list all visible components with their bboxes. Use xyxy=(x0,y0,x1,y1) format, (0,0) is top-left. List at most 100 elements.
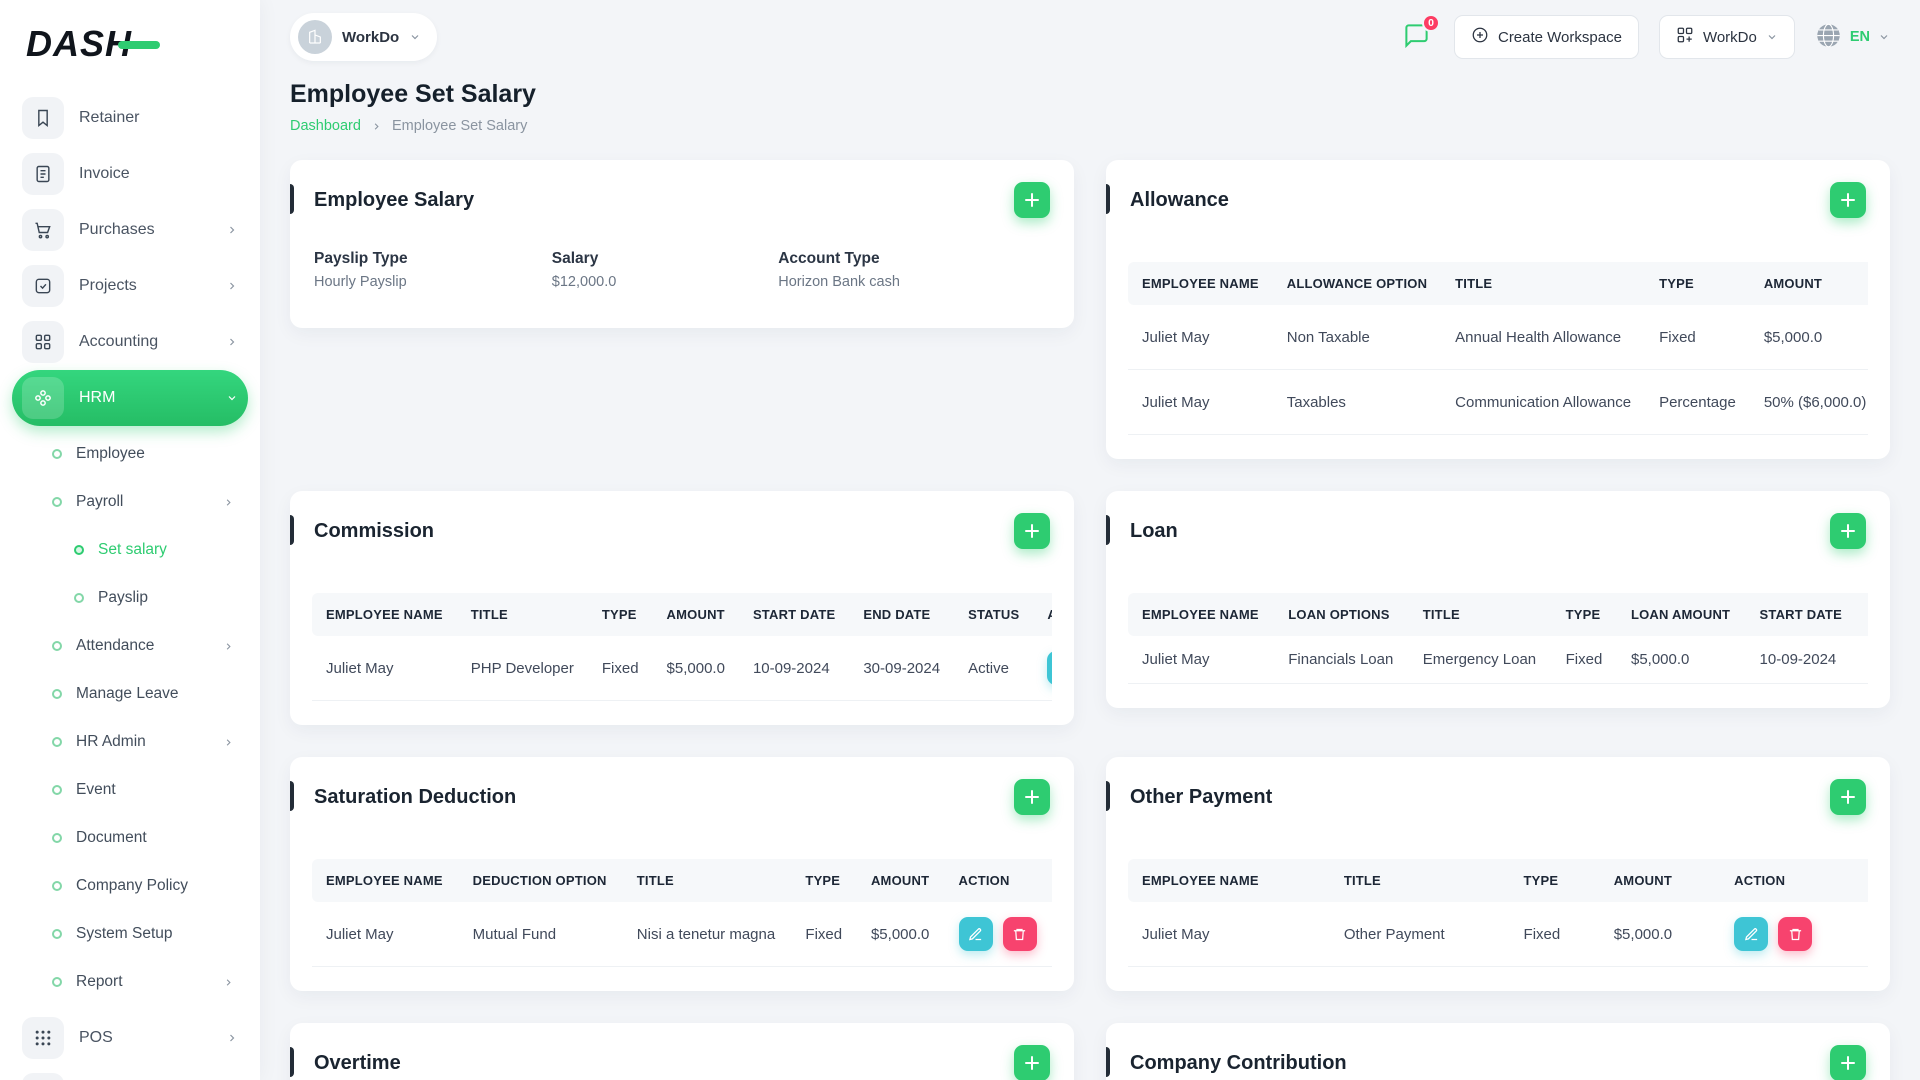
delete-button[interactable] xyxy=(1002,917,1037,951)
card-header: Other Payment xyxy=(1106,757,1890,833)
workspace-avatar-icon xyxy=(298,20,332,54)
column-header: TITLE xyxy=(1408,593,1552,636)
field-label: Account Type xyxy=(778,250,880,267)
column-header: LOAN AMOUNT xyxy=(1616,593,1746,636)
sidebar-item-label: HRM xyxy=(79,389,116,406)
table-cell: 50% ($6,000.0) xyxy=(1749,369,1868,435)
language-label: EN xyxy=(1849,29,1870,45)
employee-salary-card: Employee Salary Payslip Type Hourly Pays… xyxy=(290,160,1074,328)
field-value: Horizon Bank cash xyxy=(778,274,900,290)
edit-button[interactable] xyxy=(958,917,993,951)
commission-card: Commission EMPLOYEE NAME TITLE TYPE AMOU… xyxy=(290,491,1074,725)
sidebar-item-retainer[interactable]: Retainer xyxy=(12,90,248,146)
saturation-deduction-table: EMPLOYEE NAME DEDUCTION OPTION TITLE TYP… xyxy=(312,859,1052,967)
workspace-selector[interactable]: WorkDo xyxy=(290,13,438,61)
sidebar-item-purchases[interactable]: Purchases xyxy=(12,202,248,258)
sidebar-item-payroll[interactable]: Payroll xyxy=(12,478,248,526)
bullet-icon xyxy=(52,977,62,987)
sidebar-item-label: Employee xyxy=(76,445,145,462)
grid-icon xyxy=(22,321,64,363)
add-company-contribution-button[interactable] xyxy=(1830,1045,1866,1080)
messages-button[interactable]: 0 xyxy=(1399,14,1440,56)
breadcrumb-dashboard-link[interactable]: Dashboard xyxy=(290,118,361,134)
sidebar-item-event[interactable]: Event xyxy=(12,766,248,814)
sidebar-item-label: Attendance xyxy=(76,637,155,654)
column-header: ACTION xyxy=(1033,593,1052,636)
column-header: EMPLOYEE NAME xyxy=(1128,262,1273,305)
check-square-icon xyxy=(22,265,64,307)
sidebar-item-payslip[interactable]: Payslip xyxy=(12,574,248,622)
table-cell: $5,000.0 xyxy=(1616,636,1746,684)
table-cell: 10-09-2024 xyxy=(1745,636,1858,684)
column-header: EMPLOYEE NAME xyxy=(312,859,459,902)
sidebar-item-label: Payslip xyxy=(98,589,148,606)
chevron-down-icon xyxy=(1766,31,1778,43)
sidebar-item-label: Accounting xyxy=(79,333,159,350)
column-header: AMOUNT xyxy=(652,593,739,636)
bullet-icon xyxy=(52,689,62,699)
add-saturation-deduction-button[interactable] xyxy=(1014,779,1050,815)
sidebar-item-system-setup[interactable]: System Setup xyxy=(12,910,248,958)
chevron-right-icon xyxy=(371,121,382,132)
sidebar-item-projects[interactable]: Projects xyxy=(12,258,248,314)
add-employee-salary-button[interactable] xyxy=(1014,182,1050,218)
sidebar-item-label: Set salary xyxy=(98,541,167,558)
table-cell: Fixed xyxy=(1645,305,1750,370)
table-row: Juliet May Taxables Communication Allowa… xyxy=(1128,369,1868,435)
table-header-row: EMPLOYEE NAME ALLOWANCE OPTION TITLE TYP… xyxy=(1128,262,1868,305)
table-cell: 30-09-2024 xyxy=(1857,636,1868,684)
overtime-card: Overtime xyxy=(290,1023,1074,1080)
sidebar-item-manage-leave[interactable]: Manage Leave xyxy=(12,670,248,718)
table-cell: 30-09-2024 xyxy=(849,636,955,701)
sidebar-item-employee[interactable]: Employee xyxy=(12,430,248,478)
table-cell: Other Payment xyxy=(1329,902,1510,967)
app-root: DASH Retainer Invoice Purchases Projects xyxy=(0,0,1920,1080)
edit-button[interactable] xyxy=(1734,917,1769,951)
language-selector[interactable]: EN xyxy=(1815,22,1890,52)
sidebar-item-document[interactable]: Document xyxy=(12,814,248,862)
table-cell: $5,000.0 xyxy=(652,636,739,701)
column-header: END DATE xyxy=(849,593,955,636)
apps-menu-label: WorkDo xyxy=(1702,28,1757,46)
apps-menu-button[interactable]: WorkDo xyxy=(1658,15,1795,59)
sidebar-item-invoice[interactable]: Invoice xyxy=(12,146,248,202)
page-title: Employee Set Salary xyxy=(290,80,536,108)
field-value: Hourly Payslip xyxy=(314,274,407,290)
table-row: Juliet May Other Payment Fixed $5,000.0 xyxy=(1128,902,1868,967)
column-header: TITLE xyxy=(1329,859,1510,902)
workspace-name: WorkDo xyxy=(342,28,400,46)
delete-button[interactable] xyxy=(1778,917,1813,951)
add-overtime-button[interactable] xyxy=(1014,1045,1050,1080)
brand-logo-text: DASH xyxy=(26,23,133,64)
sidebar-item-report[interactable]: Report xyxy=(12,958,248,1006)
sidebar-item-set-salary[interactable]: Set salary xyxy=(12,526,248,574)
sidebar-item-pos[interactable]: POS xyxy=(12,1010,248,1066)
sidebar-item-label: Report xyxy=(76,973,123,990)
brand-logo-dash xyxy=(118,41,160,49)
sidebar-item-hrm[interactable]: HRM xyxy=(12,370,248,426)
create-workspace-button[interactable]: Create Workspace xyxy=(1453,15,1639,59)
add-loan-button[interactable] xyxy=(1830,513,1866,549)
payroll-submenu: Set salary Payslip xyxy=(12,526,248,622)
chevron-right-icon xyxy=(226,1032,238,1044)
sidebar-item-hr-admin[interactable]: HR Admin xyxy=(12,718,248,766)
sidebar-item-company-policy[interactable]: Company Policy xyxy=(12,862,248,910)
add-commission-button[interactable] xyxy=(1014,513,1050,549)
bullet-icon xyxy=(52,497,62,507)
sidebar-item-crm[interactable]: CRM xyxy=(12,1066,248,1080)
edit-button[interactable] xyxy=(1047,651,1052,685)
salary-field: Account Type Horizon Bank cash xyxy=(778,250,1050,290)
card-title: Allowance xyxy=(1130,188,1229,211)
saturation-deduction-card: Saturation Deduction EMPLOYEE NAME DEDUC… xyxy=(290,757,1074,991)
table-row: Juliet May Mutual Fund Nisi a tenetur ma… xyxy=(312,902,1052,967)
column-header: EMPLOYEE NAME xyxy=(1128,859,1330,902)
table-cell: Percentage xyxy=(1645,369,1750,435)
sidebar-item-accounting[interactable]: Accounting xyxy=(12,314,248,370)
brand-logo[interactable]: DASH xyxy=(0,0,260,88)
chevron-right-icon xyxy=(226,336,238,348)
add-allowance-button[interactable] xyxy=(1830,182,1866,218)
sidebar-item-attendance[interactable]: Attendance xyxy=(12,622,248,670)
status-cell: Active xyxy=(954,636,1034,701)
chevron-down-icon xyxy=(409,31,421,43)
add-other-payment-button[interactable] xyxy=(1830,779,1866,815)
